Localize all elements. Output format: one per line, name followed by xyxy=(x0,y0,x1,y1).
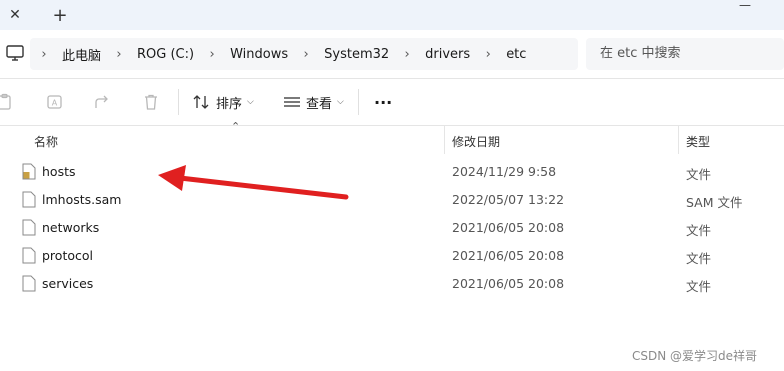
file-name: lmhosts.sam xyxy=(42,192,122,207)
share-icon[interactable] xyxy=(93,93,111,111)
new-tab-button[interactable]: + xyxy=(48,3,72,27)
file-modified: 2021/06/05 20:08 xyxy=(452,220,565,235)
file-row-networks[interactable]: networks 2021/06/05 20:08 文件 xyxy=(0,214,784,242)
chevron-right-icon[interactable]: › xyxy=(474,47,502,62)
breadcrumb-item-drivers[interactable]: drivers xyxy=(421,47,474,62)
breadcrumb-item-system32[interactable]: System32 xyxy=(320,47,393,62)
breadcrumb-item-drive[interactable]: ROG (C:) xyxy=(133,47,198,62)
svg-text:A: A xyxy=(52,99,58,108)
breadcrumb[interactable]: › 此电脑 › ROG (C:) › Windows › System32 › … xyxy=(30,38,578,70)
chevron-right-icon[interactable]: › xyxy=(292,47,320,62)
address-row: › 此电脑 › ROG (C:) › Windows › System32 › … xyxy=(0,30,784,79)
search-input[interactable]: 在 etc 中搜索 xyxy=(586,38,784,70)
view-button[interactable]: 查看 ⌵ xyxy=(283,91,344,113)
file-icon xyxy=(22,275,36,292)
file-name: hosts xyxy=(42,164,76,179)
chevron-down-icon: ⌵ xyxy=(337,97,344,107)
file-modified: 2022/05/07 13:22 xyxy=(452,192,565,207)
watermark: CSDN @爱学习de祥哥 xyxy=(632,349,758,363)
minimize-icon: — xyxy=(739,0,751,12)
file-row-protocol[interactable]: protocol 2021/06/05 20:08 文件 xyxy=(0,242,784,270)
search-placeholder: 在 etc 中搜索 xyxy=(600,46,681,61)
paste-icon[interactable] xyxy=(0,93,14,111)
file-icon xyxy=(22,247,36,264)
minimize-button[interactable]: — xyxy=(730,0,760,16)
breadcrumb-item-this-pc[interactable]: 此电脑 xyxy=(58,45,105,64)
file-type: 文件 xyxy=(686,279,712,294)
sort-indicator-icon: ⌃ xyxy=(231,120,241,133)
chevron-down-icon: ⌵ xyxy=(247,97,254,107)
column-header-row: ⌃ 名称 修改日期 类型 xyxy=(0,120,784,154)
view-label: 查看 xyxy=(306,96,333,112)
column-header-modified[interactable]: 修改日期 xyxy=(452,133,500,150)
sort-icon xyxy=(193,95,209,109)
file-type: 文件 xyxy=(686,223,712,238)
close-icon: ✕ xyxy=(9,7,21,23)
tab-bar: ✕ + — xyxy=(0,0,784,30)
plus-icon: + xyxy=(52,4,68,26)
toolbar-divider xyxy=(358,89,359,115)
chevron-right-icon[interactable]: › xyxy=(393,47,421,62)
file-row-hosts[interactable]: hosts 2024/11/29 9:58 文件 xyxy=(0,158,784,186)
column-resize-handle[interactable] xyxy=(444,126,445,154)
close-tab-button[interactable]: ✕ xyxy=(4,4,26,26)
file-name: protocol xyxy=(42,248,93,263)
command-bar: A 排序 ⌵ 查看 ⌵ ··· xyxy=(0,79,784,126)
file-explorer-window: ✕ + — › 此电脑 › ROG (C:) › Windows › Syste… xyxy=(0,0,784,371)
more-options-button[interactable]: ··· xyxy=(374,91,392,113)
more-icon: ··· xyxy=(374,92,393,112)
chevron-right-icon[interactable]: › xyxy=(105,47,133,62)
file-icon xyxy=(22,219,36,236)
file-row-lmhosts[interactable]: lmhosts.sam 2022/05/07 13:22 SAM 文件 xyxy=(0,186,784,214)
sort-button[interactable]: 排序 ⌵ xyxy=(193,91,254,113)
file-name: networks xyxy=(42,220,100,235)
rename-icon[interactable]: A xyxy=(46,93,64,111)
file-type: SAM 文件 xyxy=(686,195,743,210)
chevron-right-icon[interactable]: › xyxy=(30,47,58,62)
pc-icon[interactable] xyxy=(6,44,24,62)
file-modified: 2024/11/29 9:58 xyxy=(452,164,557,179)
file-name: services xyxy=(42,276,94,291)
column-resize-handle[interactable] xyxy=(678,126,679,154)
chevron-right-icon[interactable]: › xyxy=(198,47,226,62)
view-icon xyxy=(284,97,300,107)
column-header-type[interactable]: 类型 xyxy=(686,133,710,150)
breadcrumb-item-etc[interactable]: etc xyxy=(502,47,530,62)
file-type: 文件 xyxy=(686,167,712,182)
column-header-name[interactable]: 名称 xyxy=(34,133,58,150)
file-modified: 2021/06/05 20:08 xyxy=(452,248,565,263)
file-type: 文件 xyxy=(686,251,712,266)
file-icon xyxy=(22,191,36,208)
toolbar-divider xyxy=(178,89,179,115)
breadcrumb-item-windows[interactable]: Windows xyxy=(226,47,292,62)
file-modified: 2021/06/05 20:08 xyxy=(452,276,565,291)
sort-label: 排序 xyxy=(216,96,243,112)
file-row-services[interactable]: services 2021/06/05 20:08 文件 xyxy=(0,270,784,298)
hosts-file-icon xyxy=(22,163,36,180)
delete-icon[interactable] xyxy=(142,93,160,111)
